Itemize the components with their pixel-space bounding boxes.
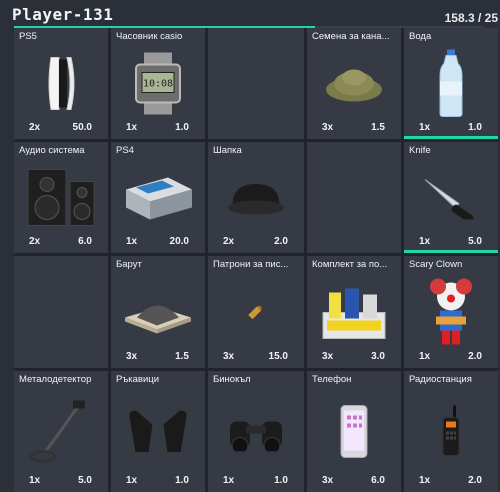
console-icon [41,53,81,118]
item-weight: 2.0 [468,351,482,362]
item-quantity: 1x [419,122,431,133]
item-quantity: 1x [419,351,431,362]
gloves-icon [125,406,191,461]
item-quantity: 3x [223,351,235,362]
console-box-icon [122,171,194,228]
svg-text:10:08: 10:08 [143,78,173,89]
gunpowder-icon [123,290,193,339]
item-quantity: 3x [322,475,334,486]
slot-knife[interactable]: Knife 1x 5.0 [404,142,498,253]
item-quantity: 1x [126,122,138,133]
slot-binoculars[interactable]: Бинокъл 1x 1.0 [208,371,304,492]
item-name: Металодетектор [19,374,92,385]
item-quantity: 3x [126,351,138,362]
slot-pistol-ammo[interactable]: Патрони за пис... 3x 15.0 [208,256,304,368]
cap-icon [226,177,286,222]
item-name: Патрони за пис... [213,259,289,270]
item-weight: 15.0 [268,351,288,362]
empty-slot[interactable] [208,28,304,139]
item-quantity: 2x [29,122,41,133]
slot-ps4[interactable]: PS4 1x 20.0 [111,142,205,253]
item-name: Барут [116,259,142,270]
inventory-header: Player-131 158.3 / 25 [0,0,500,29]
speakers-icon [26,167,96,232]
knife-icon [421,175,481,224]
slot-phone[interactable]: Телефон 3x 6.0 [307,371,401,492]
item-name: Вода [409,31,432,42]
item-quantity: 1x [126,236,138,247]
item-name: Телефон [312,374,352,385]
slot-cleaning-kit[interactable]: Комплект за по... 3x 3.0 [307,256,401,368]
water-bottle-icon [438,49,464,122]
item-name: Семена за кана... [312,31,390,42]
item-weight: 1.5 [175,351,189,362]
slot-casio-watch[interactable]: Часовник casio 10:08 1x 1.0 [111,28,205,139]
item-name: Аудио система [19,145,85,156]
radio-icon [439,405,463,462]
item-name: Радиостанция [409,374,472,385]
item-quantity: 1x [419,475,431,486]
item-name: Scary Clown [409,259,463,270]
item-name: Ръкавици [116,374,160,385]
item-weight: 50.0 [72,122,92,133]
item-quantity: 2x [223,236,235,247]
item-weight: 5.0 [468,236,482,247]
item-weight: 1.0 [468,122,482,133]
empty-slot[interactable] [307,142,401,253]
slot-gloves[interactable]: Ръкавици 1x 1.0 [111,371,205,492]
metal-detector-icon [29,398,93,469]
item-name: Шапка [213,145,242,156]
bullet-icon [244,300,268,329]
item-weight: 2.0 [468,475,482,486]
item-name: PS5 [19,31,37,42]
watch-icon: 10:08 [130,52,186,119]
slot-gunpowder[interactable]: Барут 3x 1.5 [111,256,205,368]
item-weight: 20.0 [169,236,189,247]
item-weight: 2.0 [274,236,288,247]
slot-water[interactable]: Вода 1x 1.0 [404,28,498,139]
item-name: Часовник casio [116,31,183,42]
slot-scary-clown[interactable]: Scary Clown 1x 2.0 [404,256,498,368]
item-quantity: 2x [29,236,41,247]
item-weight: 6.0 [371,475,385,486]
item-quantity: 3x [322,122,334,133]
slot-seeds[interactable]: Семена за кана... 3x 1.5 [307,28,401,139]
item-quantity: 1x [419,236,431,247]
clown-icon [426,277,476,352]
slot-cap[interactable]: Шапка 2x 2.0 [208,142,304,253]
item-weight: 1.0 [274,475,288,486]
item-weight: 1.0 [175,475,189,486]
player-name: Player-131 [12,5,114,24]
item-name: PS4 [116,145,134,156]
slot-audio-system[interactable]: Аудио система 2x 6.0 [14,142,108,253]
slot-ps5[interactable]: PS5 2x 50.0 [14,28,108,139]
inventory-grid: PS5 2x 50.0 Часовник casio 10:08 1x 1.0 [14,28,498,492]
item-quantity: 1x [223,475,235,486]
weight-readout: 158.3 / 25 [444,11,498,25]
item-quantity: 1x [126,475,138,486]
item-weight: 3.0 [371,351,385,362]
slot-radio[interactable]: Радиостанция 1x 2.0 [404,371,498,492]
phone-icon [339,403,369,464]
empty-slot[interactable] [14,256,108,368]
item-quantity: 3x [322,351,334,362]
item-weight: 5.0 [78,475,92,486]
item-weight: 1.5 [371,122,385,133]
item-name: Комплект за по... [312,259,388,270]
item-weight: 6.0 [78,236,92,247]
cleaning-kit-icon [319,283,389,346]
binoculars-icon [226,411,286,456]
seeds-icon [324,63,384,108]
slot-metal-detector[interactable]: Металодетектор 1x 5.0 [14,371,108,492]
item-weight: 1.0 [175,122,189,133]
item-quantity: 1x [29,475,41,486]
item-name: Knife [409,145,431,156]
item-name: Бинокъл [213,374,251,385]
